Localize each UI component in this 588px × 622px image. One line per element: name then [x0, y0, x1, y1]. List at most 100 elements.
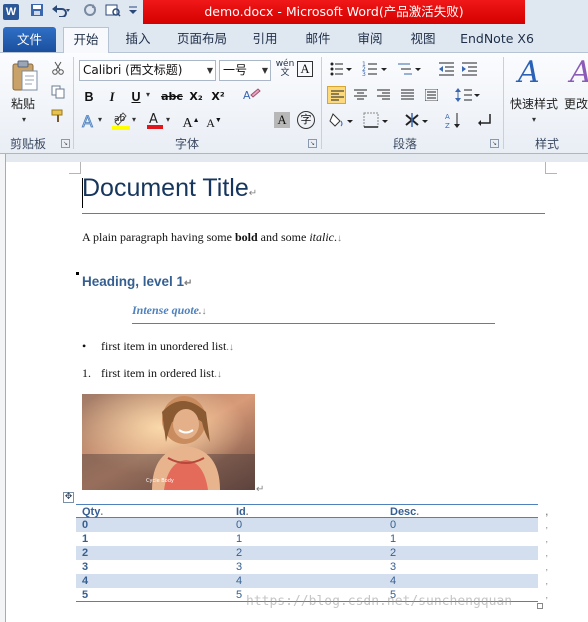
font-color-dropdown-icon[interactable]: ▾ [166, 115, 170, 124]
tab-page-layout[interactable]: 页面布局 [170, 27, 234, 53]
font-size-select[interactable]: 一号 ▼ [219, 60, 271, 81]
cell-qty[interactable]: 1 [82, 532, 88, 546]
grow-font-label: A [182, 116, 193, 132]
tab-mailings[interactable]: 邮件 [298, 27, 338, 53]
svg-text:Z: Z [445, 122, 450, 130]
word-app-icon[interactable]: W [3, 4, 19, 20]
window-title: demo.docx - Microsoft Word(产品激活失败) [143, 0, 525, 24]
undo-icon[interactable] [50, 3, 72, 21]
show-marks-icon[interactable] [478, 111, 496, 129]
tab-references[interactable]: 引用 [245, 27, 285, 53]
font-color-icon[interactable]: A [146, 110, 164, 129]
format-painter-icon[interactable] [49, 109, 67, 127]
cell-desc[interactable]: 3 [390, 560, 396, 574]
ribbon-tabs: 文件 开始 插入 页面布局 引用 邮件 审阅 视图 EndNote X6 [0, 25, 588, 53]
tab-home[interactable]: 开始 [63, 27, 109, 53]
paste-icon[interactable] [10, 59, 40, 93]
text-effects-icon[interactable]: A [80, 112, 98, 132]
decrease-indent-icon[interactable] [437, 60, 456, 78]
cell-desc[interactable]: 2 [390, 546, 396, 560]
table-move-handle-icon[interactable]: ✥ [63, 492, 74, 503]
cell-desc[interactable]: 0 [390, 518, 396, 532]
change-styles-icon[interactable]: A [570, 55, 588, 90]
enclose-characters-button[interactable]: 字 [297, 111, 315, 129]
clear-formatting-icon[interactable]: A [240, 87, 262, 105]
plain-paragraph[interactable]: A plain paragraph having some bold and s… [82, 230, 342, 245]
superscript-button[interactable]: X² [209, 88, 227, 106]
line-spacing-icon[interactable] [455, 86, 481, 104]
borders-icon[interactable] [363, 111, 391, 129]
table-resize-handle[interactable] [537, 603, 543, 609]
shading-icon[interactable] [329, 111, 355, 129]
save-icon[interactable] [29, 3, 45, 21]
cell-id[interactable]: 0 [236, 518, 242, 532]
highlight-icon[interactable]: ab [111, 110, 131, 130]
clipboard-launcher-icon[interactable]: ↘ [61, 139, 70, 148]
cell-qty[interactable]: 2 [82, 546, 88, 560]
cell-qty[interactable]: 4 [82, 574, 88, 588]
distributed-button[interactable] [422, 86, 441, 104]
bold-button[interactable]: B [80, 88, 98, 106]
tab-view[interactable]: 视图 [403, 27, 443, 53]
cell-id[interactable]: 3 [236, 560, 242, 574]
grow-font-button[interactable]: A▲ [181, 111, 201, 132]
quick-styles-button[interactable]: 快速样式 [510, 95, 558, 112]
char-border-button[interactable]: A [297, 61, 313, 77]
document-title[interactable]: Document Title↵ [82, 174, 257, 203]
inline-photo[interactable]: Cycle Body [82, 394, 255, 490]
increase-indent-icon[interactable] [460, 60, 479, 78]
font-name-select[interactable]: Calibri (西文标题) ▼ [79, 60, 216, 81]
highlight-dropdown-icon[interactable]: ▾ [132, 115, 136, 124]
cell-id[interactable]: 2 [236, 546, 242, 560]
bullets-icon[interactable] [328, 60, 354, 78]
text-effects-dropdown-icon[interactable]: ▾ [98, 115, 102, 124]
justify-button[interactable] [398, 86, 417, 104]
strikethrough-button[interactable]: abc [161, 88, 183, 106]
para-mid: and some [257, 230, 310, 244]
multilevel-list-icon[interactable] [396, 60, 424, 78]
paste-button[interactable]: 粘贴 [11, 95, 35, 112]
intense-quote[interactable]: Intense quote.↓ [132, 303, 207, 318]
paragraph-launcher-icon[interactable]: ↘ [490, 139, 499, 148]
ordered-list-item[interactable]: 1. first item in ordered list.↓ [82, 366, 222, 381]
character-shading-button[interactable]: A [274, 112, 290, 128]
paragraph-mark: ↓ [336, 233, 342, 244]
cut-icon[interactable] [49, 61, 67, 79]
cell-qty[interactable]: 5 [82, 588, 88, 602]
cell-qty[interactable]: 3 [82, 560, 88, 574]
print-preview-icon[interactable] [104, 3, 122, 21]
align-center-button[interactable] [351, 86, 370, 104]
numbering-icon[interactable]: 123 [362, 60, 390, 78]
tab-review[interactable]: 审阅 [350, 27, 390, 53]
cell-id[interactable]: 5 [236, 588, 242, 602]
quick-styles-icon[interactable]: A [518, 55, 540, 90]
heading-level-1[interactable]: Heading, level 1↵ [82, 274, 192, 289]
cell-qty[interactable]: 0 [82, 518, 88, 532]
subscript-button[interactable]: X₂ [187, 88, 205, 106]
quick-styles-dropdown-icon[interactable]: ▾ [532, 115, 536, 124]
underline-dropdown-icon[interactable]: ▾ [146, 90, 150, 99]
sort-icon[interactable]: AZ [444, 111, 464, 130]
cell-id[interactable]: 4 [236, 574, 242, 588]
paste-dropdown-icon[interactable]: ▾ [22, 115, 26, 124]
unordered-list-item[interactable]: • first item in unordered list.↓ [82, 339, 234, 354]
redo-icon[interactable] [82, 3, 98, 21]
cell-id[interactable]: 1 [236, 532, 242, 546]
shrink-font-button[interactable]: A▼ [204, 111, 224, 130]
cell-desc[interactable]: 4 [390, 574, 396, 588]
copy-icon[interactable] [49, 85, 67, 103]
align-right-button[interactable] [374, 86, 393, 104]
tab-insert[interactable]: 插入 [115, 27, 161, 53]
cell-desc[interactable]: 1 [390, 532, 396, 546]
align-left-button[interactable] [327, 86, 346, 104]
change-styles-button[interactable]: 更改 [564, 95, 588, 112]
font-launcher-icon[interactable]: ↘ [308, 139, 317, 148]
wen-button[interactable]: wén 文 [275, 60, 295, 78]
tab-endnote[interactable]: EndNote X6 [455, 27, 539, 53]
chinese-layout-icon[interactable] [404, 111, 432, 129]
customize-qat-icon[interactable] [127, 3, 139, 21]
italic-button[interactable]: I [103, 88, 121, 106]
paragraph-mark: .↓ [226, 342, 234, 353]
tab-file[interactable]: 文件 [3, 27, 56, 52]
underline-button[interactable]: U [127, 88, 145, 106]
